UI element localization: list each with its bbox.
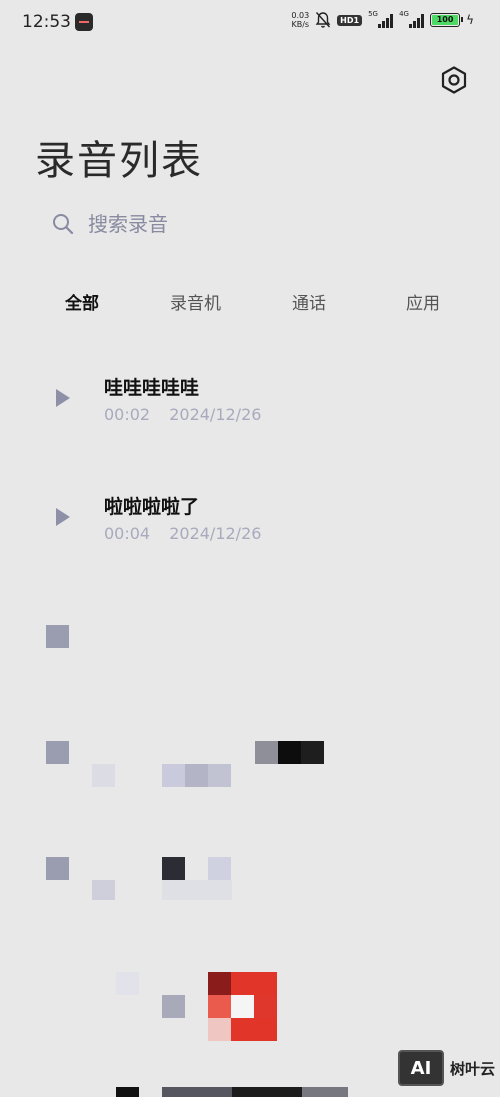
recording-meta: 00:02 2024/12/26 (104, 405, 261, 424)
recording-title: 啦啦啦啦了 (104, 496, 200, 518)
mosaic-block (208, 857, 231, 880)
signal-4g-icon: 4G (399, 10, 425, 28)
signal-5g-label: 5G (368, 10, 378, 18)
status-indicators: 0.03 KB/s HD1 5G 4G 100 ϟ (291, 10, 474, 29)
mosaic-block (231, 995, 254, 1018)
battery-icon: 100 (430, 13, 464, 27)
tab-all[interactable]: 全部 (65, 289, 99, 314)
mosaic-block (231, 972, 277, 995)
mosaic-block (208, 995, 231, 1018)
watermark-text: 树叶云 (450, 1059, 496, 1078)
mosaic-block (162, 764, 185, 787)
network-speed-unit: KB/s (291, 20, 310, 29)
signal-5g-icon: 5G (368, 10, 394, 28)
page-title: 录音列表 (35, 138, 203, 184)
mosaic-block (208, 972, 231, 995)
search-input[interactable] (88, 212, 388, 236)
mosaic-block (208, 764, 231, 787)
network-speed-value: 0.03 (291, 11, 310, 20)
filter-tabs: 全部 录音机 通话 应用 (0, 285, 500, 315)
play-icon[interactable] (56, 508, 70, 526)
watermark-logo: AI (398, 1050, 444, 1086)
bell-off-icon (315, 12, 331, 28)
recording-item[interactable]: 哇哇哇哇哇 00:02 2024/12/26 (0, 365, 500, 445)
recording-meta: 00:04 2024/12/26 (104, 524, 261, 543)
mosaic-block (116, 1087, 139, 1097)
recording-duration: 00:04 (104, 524, 151, 543)
recording-item[interactable]: 啦啦啦啦了 00:04 2024/12/26 (0, 484, 500, 564)
status-time: 12:53 (22, 12, 71, 32)
battery-level: 100 (432, 15, 459, 25)
recording-title: 哇哇哇哇哇 (104, 377, 200, 399)
mosaic-block (92, 880, 115, 900)
mosaic-block (116, 972, 139, 995)
hd-voice-badge: HD1 (337, 14, 363, 26)
charging-icon: ϟ (466, 13, 474, 27)
status-bar: 12:53 0.03 KB/s HD1 5G 4G 100 ϟ (0, 0, 500, 46)
mosaic-block (302, 1087, 348, 1097)
mosaic-block (255, 741, 278, 764)
tab-calls[interactable]: 通话 (292, 289, 326, 314)
play-icon[interactable] (56, 389, 70, 407)
mosaic-block (46, 741, 69, 764)
search-bar[interactable] (52, 208, 452, 240)
mosaic-block (162, 995, 185, 1018)
watermark: AI 树叶云 (398, 1050, 495, 1086)
mosaic-block (301, 741, 324, 764)
mosaic-block (162, 1087, 232, 1097)
mosaic-block (254, 995, 277, 1018)
mosaic-block (232, 1087, 302, 1097)
search-icon (53, 214, 74, 235)
recording-date: 2024/12/26 (169, 405, 262, 424)
tab-recorder[interactable]: 录音机 (170, 289, 221, 314)
mosaic-block (231, 1018, 277, 1041)
sound-recorder-notification-icon (75, 13, 93, 31)
tab-apps[interactable]: 应用 (406, 289, 440, 314)
mosaic-block (208, 1018, 231, 1041)
settings-button[interactable] (440, 66, 468, 94)
mosaic-block (46, 625, 69, 648)
mosaic-block (185, 764, 208, 787)
mosaic-block (162, 857, 185, 880)
signal-4g-label: 4G (399, 10, 409, 18)
mosaic-block (46, 857, 69, 880)
recording-date: 2024/12/26 (169, 524, 262, 543)
mosaic-block (92, 764, 115, 787)
mosaic-block (162, 880, 232, 900)
recording-duration: 00:02 (104, 405, 151, 424)
network-speed: 0.03 KB/s (291, 11, 309, 29)
mosaic-block (278, 741, 301, 764)
